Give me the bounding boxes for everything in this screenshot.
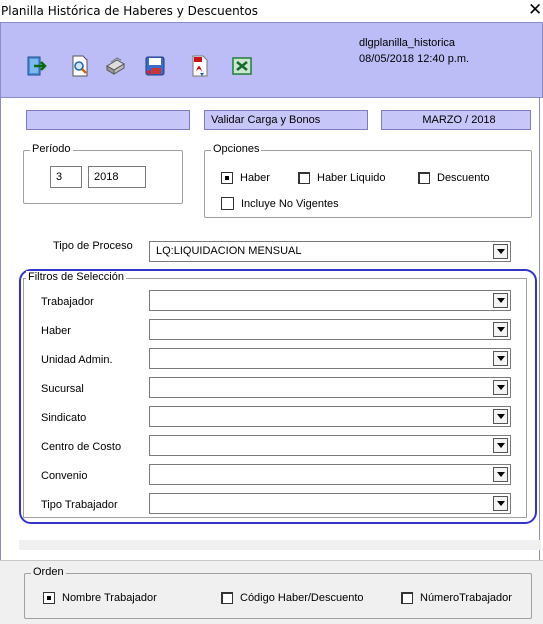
radio-unchecked-icon: [298, 172, 310, 184]
periodo-legend: Período: [30, 143, 73, 155]
chevron-down-icon[interactable]: [493, 467, 508, 482]
exit-button[interactable]: [23, 53, 49, 79]
chevron-down-icon[interactable]: [493, 496, 508, 511]
print-button[interactable]: [102, 53, 128, 79]
save-icon: [145, 56, 165, 76]
print-preview-icon: [72, 55, 88, 77]
filter-label-centro-costo: Centro de Costo: [41, 441, 122, 453]
filter-select-tipo-trabajador[interactable]: [149, 493, 511, 514]
excel-icon: [232, 57, 252, 75]
status-box: [26, 110, 190, 130]
radio-unchecked-icon: [401, 592, 413, 604]
chevron-down-icon[interactable]: [493, 244, 508, 259]
orden-nombre-label: Nombre Trabajador: [62, 592, 157, 604]
chevron-down-icon[interactable]: [493, 380, 508, 395]
orden-area: Orden Nombre Trabajador Código Haber/Des…: [0, 560, 543, 624]
filter-select-centro-costo[interactable]: [149, 435, 511, 456]
tipo-proceso-value: LQ:LIQUIDACION MENSUAL: [156, 245, 302, 257]
orden-legend: Orden: [31, 566, 66, 578]
filter-label-tipo-trabajador: Tipo Trabajador: [41, 499, 118, 511]
pdf-export-button[interactable]: [187, 53, 213, 79]
tipo-proceso-select[interactable]: LQ:LIQUIDACION MENSUAL: [149, 241, 511, 262]
radio-checked-icon: [221, 172, 233, 184]
radio-unchecked-icon: [418, 172, 430, 184]
filtros-legend: Filtros de Selección: [26, 271, 126, 283]
excel-export-button[interactable]: [229, 53, 255, 79]
incluye-no-vigentes-label: Incluye No Vigentes: [241, 197, 339, 210]
exit-icon: [27, 56, 47, 76]
orden-codigo-label: Código Haber/Descuento: [240, 592, 364, 604]
filter-select-sindicato[interactable]: [149, 406, 511, 427]
save-button[interactable]: [142, 53, 168, 79]
filter-label-haber: Haber: [41, 325, 71, 337]
dialog-window: Planilla Histórica de Haberes y Descuent…: [0, 0, 543, 624]
periodo-group: Período 3 2018: [23, 143, 183, 204]
radio-checked-icon: [43, 592, 55, 604]
chevron-down-icon[interactable]: [493, 351, 508, 366]
checkbox-icon: [221, 197, 234, 210]
chevron-down-icon[interactable]: [493, 293, 508, 308]
incluye-no-vigentes-checkbox[interactable]: Incluye No Vigentes: [221, 197, 339, 210]
window-title: Planilla Histórica de Haberes y Descuent…: [1, 4, 258, 18]
month-period-box: MARZO / 2018: [381, 110, 531, 130]
option-descuento-label: Descuento: [437, 172, 490, 184]
title-bar: Planilla Histórica de Haberes y Descuent…: [0, 0, 543, 22]
chevron-down-icon[interactable]: [493, 409, 508, 424]
option-haber[interactable]: Haber: [221, 172, 270, 184]
option-haber-liquido[interactable]: Haber Liquido: [298, 172, 386, 184]
period-month-input[interactable]: 3: [50, 166, 82, 188]
print-icon: [106, 57, 125, 75]
chevron-down-icon[interactable]: [493, 322, 508, 337]
app-datetime: 08/05/2018 12:40 p.m.: [359, 53, 470, 65]
filter-select-convenio[interactable]: [149, 464, 511, 485]
orden-numero-label: NúmeroTrabajador: [420, 592, 512, 604]
filter-select-haber[interactable]: [149, 319, 511, 340]
orden-codigo-option[interactable]: Código Haber/Descuento: [221, 592, 364, 604]
print-preview-button[interactable]: [67, 53, 93, 79]
filter-select-trabajador[interactable]: [149, 290, 511, 311]
period-year-input[interactable]: 2018: [88, 166, 146, 188]
filter-label-convenio: Convenio: [41, 470, 88, 482]
chevron-down-icon[interactable]: [493, 438, 508, 453]
orden-nombre-option[interactable]: Nombre Trabajador: [43, 592, 157, 604]
toolbar: dlgplanilla_historica 08/05/2018 12:40 p…: [0, 22, 543, 98]
filter-label-sindicato: Sindicato: [41, 412, 87, 424]
option-descuento[interactable]: Descuento: [418, 172, 490, 184]
tipo-proceso-label: Tipo de Proceso: [53, 240, 133, 252]
app-info: dlgplanilla_historica 08/05/2018 12:40 p…: [359, 35, 469, 67]
filter-select-sucursal[interactable]: [149, 377, 511, 398]
form-area: Validar Carga y Bonos MARZO / 2018 Perío…: [0, 98, 541, 560]
option-haber-liquido-label: Haber Liquido: [317, 172, 386, 184]
pdf-icon: [192, 55, 208, 77]
month-period-label: MARZO / 2018: [422, 114, 496, 126]
filter-label-trabajador: Trabajador: [41, 296, 94, 308]
app-name: dlgplanilla_historica: [359, 37, 456, 49]
opciones-legend: Opciones: [211, 143, 262, 155]
filter-label-sucursal: Sucursal: [41, 383, 84, 395]
opciones-group: Opciones Haber Haber Liquido Descuento I…: [204, 143, 532, 218]
filter-label-unidad: Unidad Admin.: [41, 354, 113, 366]
separator-strip: [19, 540, 541, 550]
orden-numero-option[interactable]: NúmeroTrabajador: [401, 592, 512, 604]
radio-unchecked-icon: [221, 592, 233, 604]
option-haber-label: Haber: [240, 172, 270, 184]
validate-load-button[interactable]: Validar Carga y Bonos: [204, 110, 368, 130]
filter-select-unidad[interactable]: [149, 348, 511, 369]
orden-group: Orden Nombre Trabajador Código Haber/Des…: [24, 566, 532, 619]
close-icon[interactable]: ✕: [528, 0, 542, 20]
